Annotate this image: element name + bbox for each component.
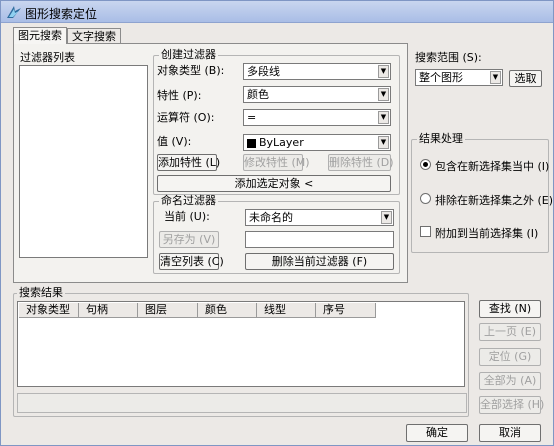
operator-value: = [247, 111, 257, 124]
search-range-select[interactable]: 整个图形 ▼ [415, 69, 503, 86]
result-handling-group: 结果处理 包含在新选择集当中 (I) 排除在新选择集之外 (E) 附加到当前选择… [411, 133, 553, 253]
find-button[interactable]: 查找 (N) [479, 300, 541, 318]
search-results-legend: 搜索结果 [17, 286, 65, 299]
app-icon [7, 6, 21, 18]
current-filter-select[interactable]: 未命名的 ▼ [245, 209, 394, 226]
current-filter-label: 当前 (U): [164, 210, 210, 223]
save-as-button[interactable]: 另存为 (V) [159, 231, 219, 248]
include-label: 包含在新选择集当中 (I) [435, 160, 550, 173]
named-filter-legend: 命名过滤器 [159, 194, 218, 207]
property-select[interactable]: 颜色 ▼ [243, 86, 391, 103]
operator-select[interactable]: = ▼ [243, 109, 391, 126]
cancel-button[interactable]: 取消 [479, 424, 541, 442]
chevron-down-icon[interactable]: ▼ [490, 71, 501, 84]
modify-property-button[interactable]: 修改特性 (M) [243, 154, 310, 171]
search-range-label: 搜索范围 (S): [415, 51, 482, 64]
append-checkbox[interactable] [420, 226, 431, 237]
operator-label: 运算符 (O): [157, 111, 215, 124]
append-label: 附加到当前选择集 (I) [435, 227, 539, 240]
zoom-all-button[interactable]: 全部为 (A) [479, 372, 541, 390]
delete-current-filter-button[interactable]: 删除当前过滤器 (F) [245, 253, 394, 270]
tab-text-search[interactable]: 文字搜索 [67, 28, 121, 44]
chevron-down-icon[interactable]: ▼ [378, 136, 389, 149]
search-range-value: 整个图形 [419, 71, 463, 84]
named-filter-group: 命名过滤器 当前 (U): 未命名的 ▼ 另存为 (V) 清空列表 (C) 删除… [153, 195, 400, 274]
tab-shape-search[interactable]: 图元搜索 [13, 27, 67, 44]
chevron-down-icon[interactable]: ▼ [378, 65, 389, 78]
column-layer[interactable]: 图层 [138, 303, 198, 318]
radio-selected-dot [423, 162, 428, 167]
add-selected-object-button[interactable]: 添加选定对象 < [157, 175, 391, 192]
results-table[interactable]: 对象类型 句柄 图层 颜色 线型 序号 [17, 301, 465, 387]
exclude-label: 排除在新选择集之外 (E) [435, 194, 554, 207]
create-filter-legend: 创建过滤器 [159, 48, 218, 61]
clear-list-button[interactable]: 清空列表 (C) [159, 253, 224, 270]
window-title: 图形搜索定位 [25, 7, 98, 21]
column-linetype[interactable]: 线型 [257, 303, 316, 318]
property-label: 特性 (P): [157, 89, 202, 102]
chevron-down-icon[interactable]: ▼ [378, 111, 389, 124]
create-filter-group: 创建过滤器 对象类型 (B): 多段线 ▼ 特性 (P): 颜色 ▼ 运算符 (… [153, 49, 400, 195]
result-handling-legend: 结果处理 [417, 132, 465, 145]
current-filter-value: 未命名的 [249, 211, 293, 224]
exclude-radio[interactable] [420, 193, 431, 204]
locate-button[interactable]: 定位 (G) [479, 348, 541, 366]
object-type-value: 多段线 [247, 65, 280, 78]
column-index[interactable]: 序号 [316, 303, 376, 318]
column-color[interactable]: 颜色 [198, 303, 257, 318]
color-swatch [247, 138, 256, 148]
tab-panel: 过滤器列表 创建过滤器 对象类型 (B): 多段线 ▼ 特性 (P): 颜色 ▼… [13, 43, 408, 283]
add-property-button[interactable]: 添加特性 (L) [157, 154, 220, 171]
chevron-down-icon[interactable]: ▼ [381, 211, 392, 224]
object-type-select[interactable]: 多段线 ▼ [243, 63, 391, 80]
delete-property-button[interactable]: 删除特性 (D) [328, 154, 394, 171]
pick-range-button[interactable]: 选取 [509, 70, 542, 87]
column-object-type[interactable]: 对象类型 [19, 303, 79, 318]
select-all-button[interactable]: 全部选择 (H) [479, 396, 544, 414]
results-table-header: 对象类型 句柄 图层 颜色 线型 序号 [19, 303, 376, 318]
ok-button[interactable]: 确定 [406, 424, 468, 442]
prev-page-button[interactable]: 上一页 (E) [479, 323, 541, 341]
filter-list-label: 过滤器列表 [20, 51, 75, 64]
column-handle[interactable]: 句柄 [79, 303, 138, 318]
value-select[interactable]: ByLayer ▼ [243, 134, 391, 151]
object-type-label: 对象类型 (B): [157, 64, 225, 77]
filter-list[interactable] [19, 65, 148, 258]
property-value: 颜色 [247, 88, 269, 101]
chevron-down-icon[interactable]: ▼ [378, 88, 389, 101]
dialog-window: 图形搜索定位 图元搜索 文字搜索 过滤器列表 创建过滤器 对象类型 (B): 多… [0, 0, 554, 446]
value-label: 值 (V): [157, 135, 192, 148]
value-value: ByLayer [259, 136, 304, 149]
results-status-bar [17, 393, 467, 413]
include-radio[interactable] [420, 159, 431, 170]
save-as-name-input[interactable] [245, 231, 394, 248]
title-bar[interactable]: 图形搜索定位 [1, 1, 553, 23]
